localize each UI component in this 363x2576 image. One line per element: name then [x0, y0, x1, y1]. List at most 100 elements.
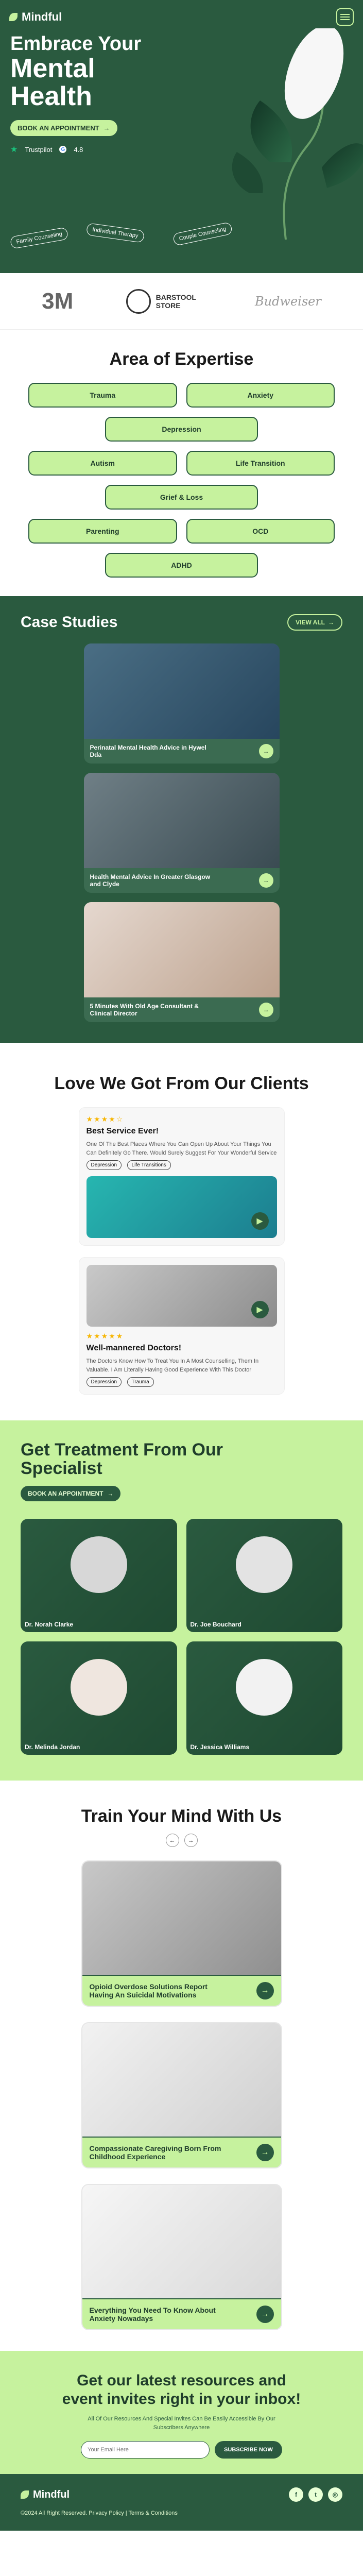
arrow-right-icon[interactable]: →	[258, 1003, 273, 1017]
client-logos: 3M BARSTOOL STORE Budweiser	[0, 273, 363, 330]
chip-couple-counseling[interactable]: Couple Counseling	[172, 222, 233, 246]
specialist-card[interactable]: Dr. Jessica Williams	[186, 1641, 342, 1755]
footer-top: Mindful f t ◎	[21, 2487, 342, 2502]
trustpilot-label: Trustpilot	[25, 145, 53, 154]
star-icon: ★	[10, 145, 18, 155]
subscribe-button[interactable]: SUBSCRIBE NOW	[215, 2441, 282, 2459]
avatar	[236, 1536, 293, 1594]
review-text: The Doctors Know How To Treat You In A M…	[86, 1358, 259, 1373]
logo-budweiser: Budweiser	[254, 294, 321, 309]
arrow-right-icon[interactable]: →	[258, 744, 273, 758]
card-image	[82, 2185, 281, 2299]
mind-card[interactable]: Opioid Overdose Solutions Report Having …	[81, 1860, 282, 2007]
arrow-right-icon: →	[328, 619, 334, 626]
expertise-trauma[interactable]: Trauma	[28, 383, 177, 408]
expertise-depression[interactable]: Depression	[105, 417, 258, 442]
expertise-section: Area of Expertise Trauma Anxiety Depress…	[0, 330, 363, 596]
social-links: f t ◎	[289, 2487, 342, 2502]
review-heading: Best Service Ever!	[86, 1127, 159, 1136]
expertise-life-transition[interactable]: Life Transition	[186, 451, 335, 476]
email-field[interactable]	[81, 2441, 210, 2459]
specialist-card[interactable]: Dr. Melinda Jordan	[21, 1641, 177, 1755]
tag[interactable]: Life Transitions	[127, 1160, 171, 1170]
prev-button[interactable]: ←	[165, 1834, 179, 1848]
case-card[interactable]: Health Mental Advice In Greater Glasgow …	[83, 773, 280, 893]
leaf-icon	[21, 2490, 29, 2499]
section-title: Train Your Mind With Us	[81, 1806, 282, 1826]
book-appointment-button[interactable]: BOOK AN APPOINTMENT →	[10, 120, 117, 137]
case-image	[83, 902, 280, 997]
newsletter-form: SUBSCRIBE NOW	[21, 2441, 342, 2459]
mind-card[interactable]: Everything You Need To Know About Anxiet…	[81, 2184, 282, 2331]
train-list: Opioid Overdose Solutions Report Having …	[21, 1860, 342, 2331]
tag[interactable]: Trauma	[127, 1377, 154, 1387]
section-title: Case Studies	[21, 614, 118, 631]
card-title: Compassionate Caregiving Born From Child…	[89, 2144, 221, 2161]
review-card: ▶ ★★★★★ Well-mannered Doctors! The Docto…	[78, 1257, 285, 1395]
specialist-name: Dr. Jessica Williams	[190, 1743, 250, 1751]
logo-barstool-text: BARSTOOL STORE	[155, 293, 196, 310]
chip-individual-therapy[interactable]: Individual Therapy	[85, 223, 145, 243]
hamburger-icon	[340, 14, 350, 20]
arrow-right-icon[interactable]: →	[256, 1982, 274, 2000]
play-button[interactable]: ▶	[251, 1212, 269, 1230]
avatar	[236, 1659, 293, 1716]
footer-brand[interactable]: Mindful	[21, 2489, 70, 2501]
instagram-icon[interactable]: ◎	[328, 2487, 342, 2502]
review-card: ★★★★☆ Best Service Ever! One Of The Best…	[78, 1107, 285, 1246]
tag[interactable]: Depression	[86, 1377, 122, 1387]
card-image	[82, 2023, 281, 2137]
copyright: ©2024 All Right Reserved. Privacy Policy…	[21, 2510, 178, 2517]
expertise-ocd[interactable]: OCD	[186, 519, 335, 544]
specialist-card[interactable]: Dr. Joe Bouchard	[186, 1519, 342, 1633]
train-section: Train Your Mind With Us ← → Opioid Overd…	[0, 1781, 363, 2351]
review-media: ▶	[86, 1176, 277, 1238]
book-appointment-button[interactable]: BOOK AN APPOINTMENT →	[21, 1486, 121, 1502]
expertise-parenting[interactable]: Parenting	[28, 519, 177, 544]
brand-logo[interactable]: Mindful	[9, 10, 62, 24]
card-footer: Everything You Need To Know About Anxiet…	[82, 2298, 281, 2330]
card-footer: Compassionate Caregiving Born From Child…	[82, 2137, 281, 2168]
expertise-grief-loss[interactable]: Grief & Loss	[105, 485, 258, 510]
card-image	[82, 1861, 281, 1975]
arrow-right-icon[interactable]: →	[256, 2306, 274, 2324]
menu-button[interactable]	[336, 8, 354, 26]
button-label: BOOK AN APPOINTMENT	[28, 1490, 103, 1498]
button-label: VIEW ALL	[296, 619, 325, 626]
mind-card[interactable]: Compassionate Caregiving Born From Child…	[81, 2022, 282, 2169]
plant-illustration	[209, 25, 363, 245]
tag[interactable]: Depression	[86, 1160, 122, 1170]
case-title: 5 Minutes With Old Age Consultant & Clin…	[90, 1003, 199, 1017]
specialist-grid: Dr. Norah Clarke Dr. Joe Bouchard Dr. Me…	[21, 1519, 342, 1755]
specialist-name: Dr. Joe Bouchard	[190, 1621, 241, 1629]
expertise-grid: Trauma Anxiety Depression Autism Life Tr…	[28, 383, 335, 578]
avatar	[70, 1659, 127, 1716]
facebook-icon[interactable]: f	[289, 2487, 303, 2502]
card-footer: Opioid Overdose Solutions Report Having …	[82, 1975, 281, 2006]
arrow-right-icon: →	[103, 124, 110, 132]
review-text: One Of The Best Places Where You Can Ope…	[86, 1141, 277, 1156]
brand-name: Mindful	[22, 10, 62, 23]
specialist-name: Dr. Melinda Jordan	[25, 1743, 80, 1751]
expertise-row-center: Grief & Loss	[28, 485, 335, 510]
view-all-button[interactable]: VIEW ALL →	[287, 614, 342, 631]
case-footer: Perinatal Mental Health Advice in Hywel …	[84, 739, 280, 764]
review-tags: Depression Trauma	[86, 1374, 277, 1387]
case-card[interactable]: 5 Minutes With Old Age Consultant & Clin…	[83, 902, 280, 1022]
twitter-icon[interactable]: t	[308, 2487, 323, 2502]
expertise-adhd[interactable]: ADHD	[105, 553, 258, 578]
specialist-name: Dr. Norah Clarke	[25, 1621, 74, 1629]
hero: Mindful Embrace Your Mental Health BOOK …	[0, 0, 363, 273]
case-studies-header: Case Studies VIEW ALL →	[21, 614, 342, 631]
play-button[interactable]: ▶	[251, 1301, 269, 1318]
chip-family-counseling[interactable]: Family Counseling	[9, 227, 69, 249]
newsletter-subtitle: All Of Our Resources And Special Invites…	[88, 2416, 275, 2431]
case-card[interactable]: Perinatal Mental Health Advice in Hywel …	[83, 643, 280, 764]
next-button[interactable]: →	[184, 1834, 198, 1848]
arrow-right-icon[interactable]: →	[256, 2144, 274, 2162]
expertise-anxiety[interactable]: Anxiety	[186, 383, 335, 408]
expertise-autism[interactable]: Autism	[28, 451, 177, 476]
specialist-card[interactable]: Dr. Norah Clarke	[21, 1519, 177, 1633]
arrow-right-icon[interactable]: →	[258, 873, 273, 888]
button-label: BOOK AN APPOINTMENT	[18, 124, 99, 132]
